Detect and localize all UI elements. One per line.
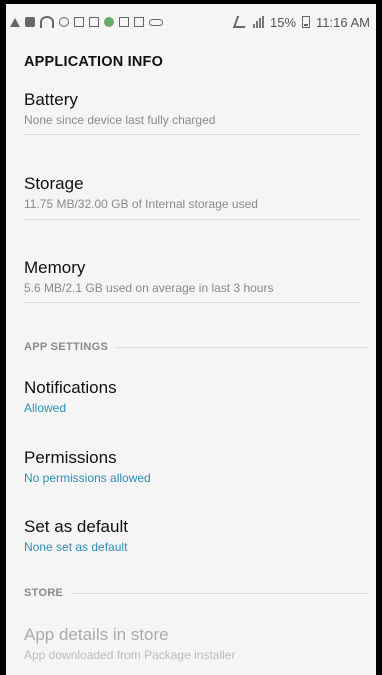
checkbox-icon — [89, 17, 99, 27]
item-subtitle: 5.6 MB/2.1 GB used on average in last 3 … — [24, 281, 274, 295]
battery-percent: 15% — [270, 14, 297, 30]
page-title: APPLICATION INFO — [24, 54, 164, 70]
section-label: STORE — [24, 587, 64, 599]
memory-item[interactable]: Memory 5.6 MB/2.1 GB used on average in … — [24, 258, 376, 295]
item-subtitle: No permissions allowed — [24, 471, 151, 485]
storage-item[interactable]: Storage 11.75 MB/32.00 GB of Internal st… — [24, 174, 376, 211]
battery-icon — [302, 16, 311, 28]
divider — [24, 302, 360, 303]
item-title: Battery — [24, 90, 78, 109]
status-bar: 15% 11:16 AM — [6, 4, 376, 40]
app-bar: APPLICATION INFO — [6, 40, 376, 84]
section-header-app-settings: APP SETTINGS — [24, 341, 376, 353]
permissions-item[interactable]: Permissions No permissions allowed — [24, 448, 376, 485]
voicemail-icon — [149, 18, 163, 26]
item-title: Notifications — [24, 378, 117, 397]
divider — [24, 219, 360, 220]
battery-item[interactable]: Battery None since device last fully cha… — [24, 90, 376, 127]
app-details-in-store-item[interactable]: App details in store App downloaded from… — [24, 625, 376, 662]
phone-screen: 15% 11:16 AM APPLICATION INFO Battery No… — [6, 4, 376, 675]
section-line — [116, 346, 368, 348]
section-line — [71, 592, 368, 594]
settings-sync-icon — [59, 17, 69, 27]
item-title: Storage — [24, 174, 84, 193]
system-status: 15% 11:16 AM — [232, 14, 370, 30]
image-icon — [119, 17, 129, 27]
notifications-item[interactable]: Notifications Allowed — [24, 378, 376, 415]
item-title: Memory — [24, 258, 86, 277]
divider — [24, 134, 360, 135]
signal-icon — [253, 16, 264, 28]
email-icon — [134, 17, 144, 27]
message-icon — [25, 17, 35, 27]
item-subtitle: None set as default — [24, 540, 128, 554]
item-title: Set as default — [24, 517, 128, 536]
mute-icon — [232, 16, 250, 28]
item-subtitle: 11.75 MB/32.00 GB of Internal storage us… — [24, 197, 258, 211]
wifi-icon — [40, 16, 54, 28]
warning-icon — [10, 17, 20, 27]
item-subtitle: Allowed — [24, 401, 67, 415]
bluetooth-icon — [74, 17, 84, 27]
item-title: Permissions — [24, 448, 117, 467]
section-header-store: STORE — [24, 587, 376, 599]
item-title: App details in store — [24, 625, 169, 644]
app-icon — [104, 17, 114, 27]
item-subtitle: None since device last fully charged — [24, 113, 216, 127]
section-label: APP SETTINGS — [24, 341, 109, 353]
clock: 11:16 AM — [316, 14, 370, 30]
notification-icons — [6, 16, 163, 28]
item-subtitle: App downloaded from Package installer — [24, 648, 236, 662]
set-as-default-item[interactable]: Set as default None set as default — [24, 517, 376, 554]
